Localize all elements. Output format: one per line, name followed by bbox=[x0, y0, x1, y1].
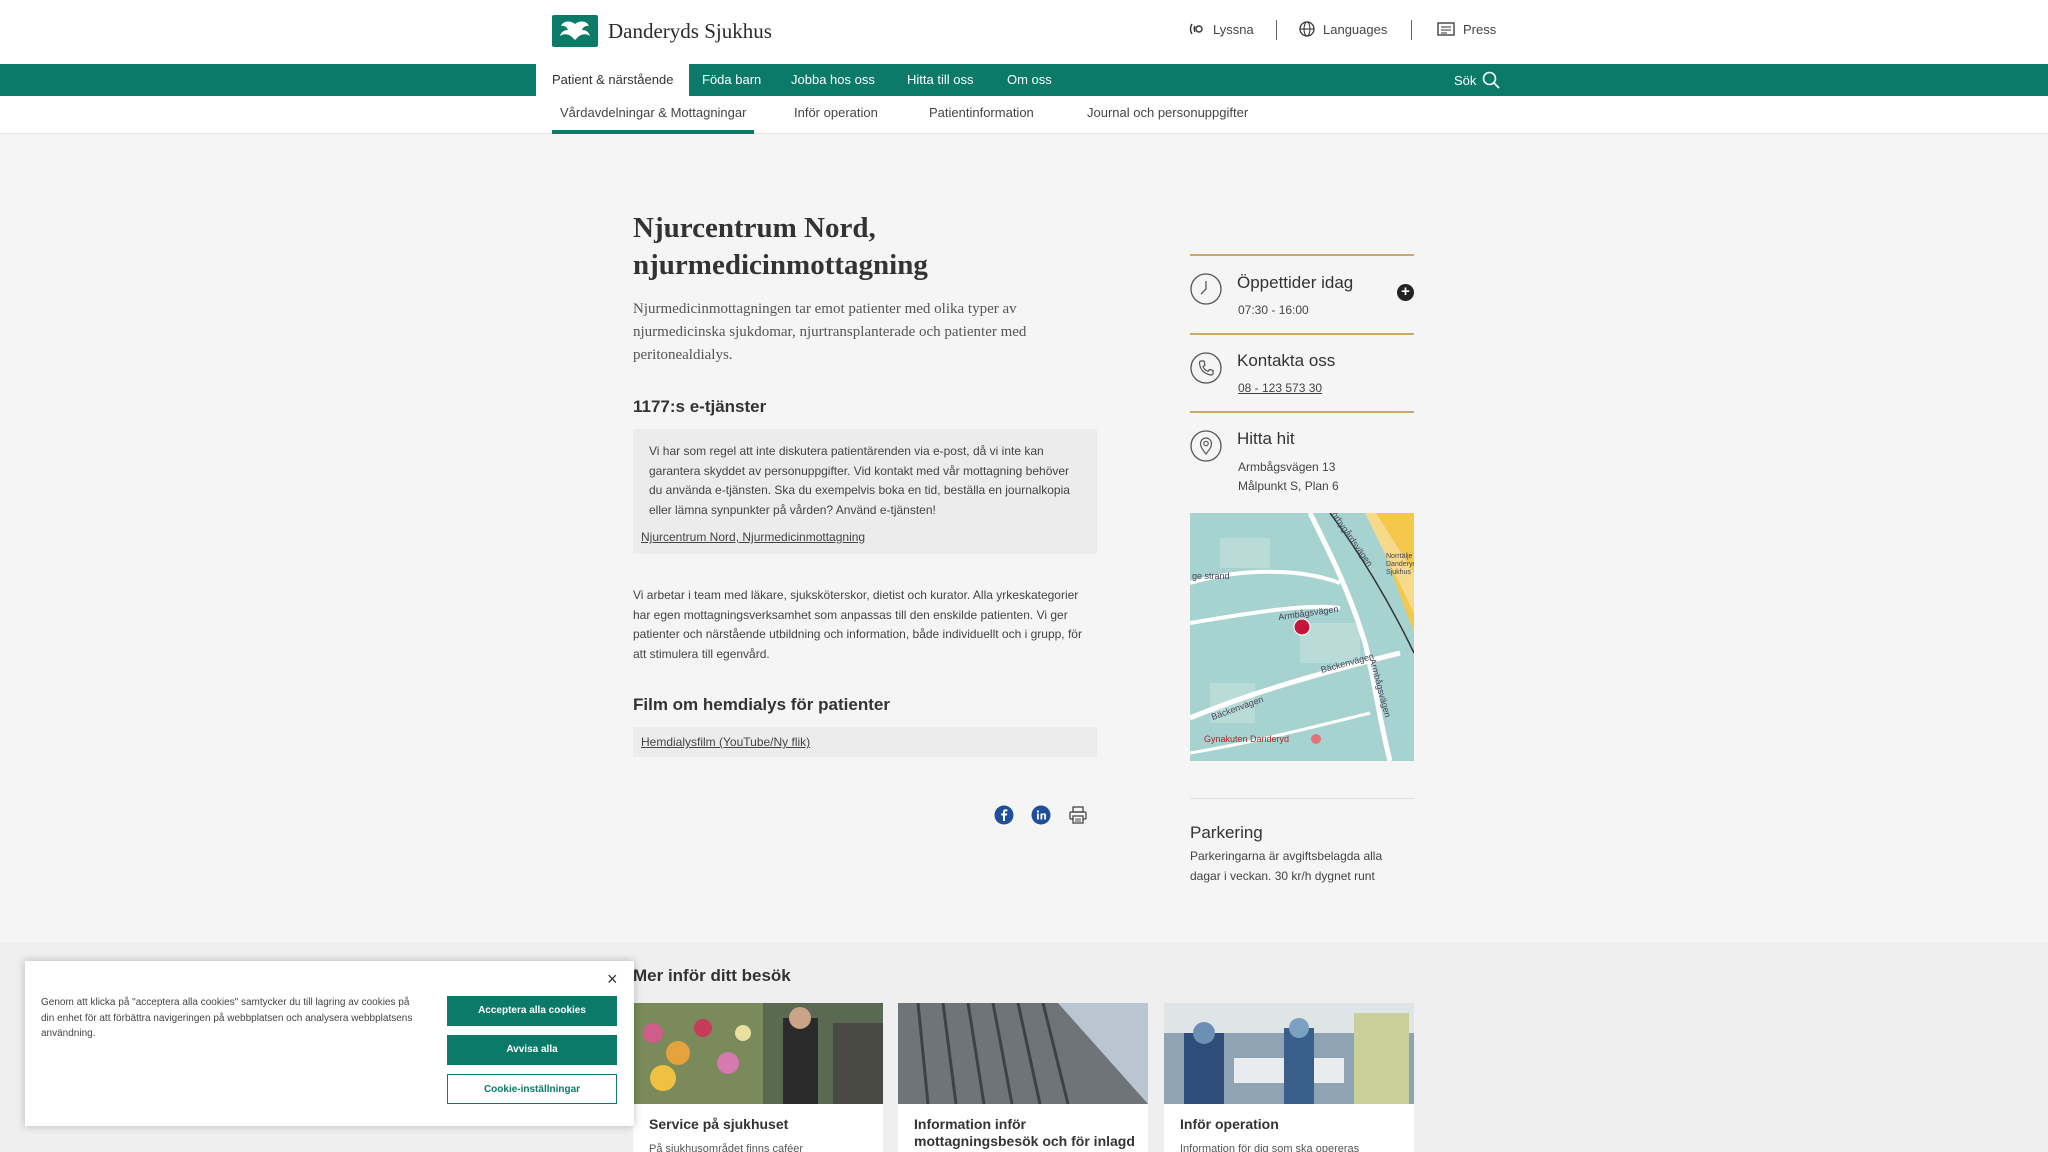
close-icon[interactable]: × bbox=[607, 969, 618, 990]
sidebar-divider bbox=[1190, 798, 1414, 799]
expand-hours-plus-icon[interactable]: + bbox=[1397, 284, 1414, 301]
card-operation[interactable]: Inför operation Information för dig som … bbox=[1164, 1003, 1414, 1152]
reject-all-cookies-button[interactable]: Avvisa alla bbox=[447, 1035, 617, 1065]
card-title: Information inför mottagningsbesök och f… bbox=[914, 1116, 1135, 1149]
facebook-icon[interactable] bbox=[994, 805, 1014, 825]
map-label: Norrtälje Danderyds Sjukhus bbox=[1386, 553, 1414, 576]
contact-phone-link[interactable]: 08 - 123 573 30 bbox=[1238, 379, 1322, 399]
film-link[interactable]: Hemdialysfilm (YouTube/Ny flik) bbox=[641, 735, 810, 749]
print-icon[interactable] bbox=[1068, 805, 1088, 825]
eservices-link[interactable]: Njurcentrum Nord, Njurmedicinmottagning bbox=[641, 530, 865, 544]
card-subtitle: På sjukhusområdet finns caféer bbox=[649, 1143, 804, 1152]
linkedin-icon[interactable] bbox=[1031, 805, 1051, 825]
press-link[interactable]: Press bbox=[1437, 21, 1496, 37]
find-heading: Hitta hit bbox=[1237, 429, 1295, 448]
util-divider bbox=[1276, 20, 1277, 40]
press-label: Press bbox=[1463, 21, 1497, 37]
film-box: Hemdialysfilm (YouTube/Ny flik) bbox=[633, 727, 1097, 757]
eservices-text: Vi har som regel att inte diskutera pati… bbox=[649, 444, 1070, 517]
search-button[interactable]: Sök bbox=[1454, 64, 1501, 96]
card-image-flowers bbox=[633, 1003, 883, 1104]
sidebar-divider bbox=[1190, 254, 1414, 256]
nav-foda-barn[interactable]: Föda barn bbox=[702, 64, 761, 96]
clock-icon bbox=[1190, 273, 1222, 305]
accept-all-cookies-button[interactable]: Acceptera alla cookies bbox=[447, 996, 617, 1026]
location-map[interactable]: Mörbygårdsvägen ge strand Armbågsvägen B… bbox=[1190, 513, 1414, 761]
nav-hitta[interactable]: Hitta till oss bbox=[907, 64, 973, 96]
map-label: Gynakuten Danderyd bbox=[1204, 734, 1290, 744]
hours-value: 07:30 - 16:00 bbox=[1238, 303, 1309, 317]
eservices-box: Vi har som regel att inte diskutera pati… bbox=[633, 429, 1097, 554]
util-divider bbox=[1411, 20, 1412, 40]
card-title: Service på sjukhuset bbox=[649, 1116, 789, 1132]
languages-label: Languages bbox=[1323, 21, 1388, 37]
site-logo[interactable]: Danderyds Sjukhus bbox=[552, 15, 772, 47]
subnav-vardavdelningar[interactable]: Vårdavdelningar & Mottagningar bbox=[552, 96, 755, 134]
logo-emblem-icon bbox=[552, 15, 598, 47]
listen-icon bbox=[1189, 23, 1203, 35]
card-image-building bbox=[898, 1003, 1148, 1104]
subnav-patientinformation[interactable]: Patientinformation bbox=[929, 96, 1034, 134]
contact-heading: Kontakta oss bbox=[1237, 351, 1336, 370]
globe-icon bbox=[1299, 21, 1315, 37]
nav-om-oss[interactable]: Om oss bbox=[1007, 64, 1052, 96]
logo-text: Danderyds Sjukhus bbox=[608, 18, 772, 43]
hours-heading: Öppettider idag bbox=[1237, 273, 1354, 292]
newspaper-icon bbox=[1437, 22, 1455, 36]
cookie-text: Genom att klicka på "acceptera alla cook… bbox=[41, 997, 413, 1039]
map-pin-icon bbox=[1293, 618, 1311, 636]
card-service[interactable]: Service på sjukhuset På sjukhusområdet f… bbox=[633, 1003, 883, 1152]
search-icon bbox=[1483, 71, 1501, 89]
team-text: Vi arbetar i team med läkare, sjuksköter… bbox=[633, 588, 1082, 661]
address-line2: Målpunkt S, Plan 6 bbox=[1238, 479, 1339, 493]
sidebar-divider bbox=[1190, 411, 1414, 413]
parking-heading: Parkering bbox=[1190, 823, 1263, 842]
subnav-journal[interactable]: Journal och personuppgifter bbox=[1087, 96, 1248, 134]
card-information[interactable]: Information inför mottagningsbesök och f… bbox=[898, 1003, 1148, 1152]
card-image-surgery bbox=[1164, 1003, 1414, 1104]
eservices-heading: 1177:s e-tjänster bbox=[633, 397, 767, 416]
sub-nav: Vårdavdelningar & Mottagningar Inför ope… bbox=[0, 96, 2048, 134]
listen-label: Lyssna bbox=[1213, 21, 1254, 37]
subnav-infor-operation[interactable]: Inför operation bbox=[794, 96, 878, 134]
hospital-marker-icon bbox=[1311, 734, 1321, 744]
film-heading: Film om hemdialys för patienter bbox=[633, 695, 890, 714]
search-label: Sök bbox=[1454, 72, 1477, 88]
page-title: Njurcentrum Nord, njurmedicinmottagning bbox=[633, 212, 928, 281]
main-nav: Patient & närstående Föda barn Jobba hos… bbox=[0, 64, 2048, 96]
parking-text: Parkeringarna är avgiftsbelagda alla dag… bbox=[1190, 849, 1383, 883]
map-graphic bbox=[1190, 513, 1414, 761]
site-header: Danderyds Sjukhus Lyssna Languages Press bbox=[0, 0, 2048, 64]
lead-text: Njurmedicinmottagningen tar emot patient… bbox=[633, 301, 1027, 363]
cookie-settings-button[interactable]: Cookie-inställningar bbox=[447, 1074, 617, 1104]
address-line1: Armbågsvägen 13 bbox=[1238, 460, 1336, 474]
languages-link[interactable]: Languages bbox=[1299, 21, 1387, 37]
phone-icon bbox=[1190, 352, 1222, 384]
sidebar-divider bbox=[1190, 333, 1414, 335]
location-pin-icon bbox=[1190, 430, 1222, 462]
card-title: Inför operation bbox=[1180, 1116, 1279, 1132]
card-subtitle: Information för dig som ska opereras bbox=[1180, 1143, 1360, 1152]
map-label: ge strand bbox=[1192, 571, 1230, 581]
nav-patient[interactable]: Patient & närstående bbox=[536, 64, 690, 96]
nav-jobba[interactable]: Jobba hos oss bbox=[791, 64, 875, 96]
cookie-banner: × Genom att klicka på "acceptera alla co… bbox=[25, 961, 634, 1126]
more-before-visit-heading: Mer inför ditt besök bbox=[633, 966, 791, 985]
listen-link[interactable]: Lyssna bbox=[1189, 21, 1254, 37]
